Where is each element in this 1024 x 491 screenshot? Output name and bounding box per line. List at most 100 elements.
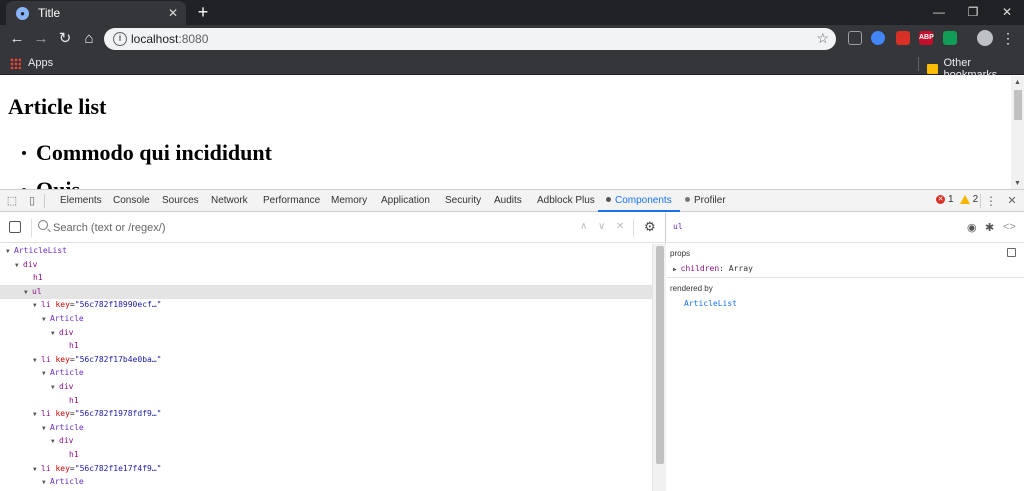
tab-performance[interactable]: Performance — [263, 190, 320, 212]
apps-grid-icon — [10, 57, 21, 69]
adblock-icon[interactable]: ABP — [919, 31, 934, 45]
tab-profiler[interactable]: Profiler — [685, 190, 726, 212]
error-icon: ✕ — [936, 195, 945, 204]
apps-bookmark[interactable]: Apps — [10, 57, 53, 69]
url-text[interactable]: localhost:8080 — [131, 32, 208, 46]
tree-row[interactable]: ▼ li key="56c782f18990ecf…" — [0, 298, 652, 312]
new-tab-button[interactable]: + — [195, 3, 211, 21]
profile-avatar[interactable] — [977, 30, 993, 46]
tree-row[interactable]: ▼ li key="56c782f1978fdf9…" — [0, 407, 652, 421]
page-heading: Article list — [8, 94, 107, 119]
globe-icon: ● — [16, 6, 29, 20]
rendered-by-link[interactable]: ArticleList — [684, 299, 737, 308]
search-prev-icon[interactable]: ∧ — [580, 221, 587, 232]
select-component-icon[interactable] — [9, 221, 21, 233]
restore-button[interactable]: ❐ — [956, 0, 990, 25]
chrome-menu-icon[interactable]: ⋮ — [1001, 30, 1015, 46]
devtools-menu-icon[interactable]: ⋮ — [984, 194, 998, 208]
tree-row[interactable]: ▼ li key="56c782f17b4e0ba…" — [0, 353, 652, 367]
warning-icon — [959, 195, 970, 204]
tree-row[interactable]: ▼ ArticleList — [0, 244, 652, 258]
gear-icon[interactable]: ⚙ — [644, 219, 656, 235]
copy-icon[interactable] — [1007, 248, 1016, 257]
tab-console[interactable]: Console — [113, 190, 150, 212]
reload-icon[interactable]: ↻ — [56, 30, 74, 48]
key-prop-name: key — [55, 409, 70, 419]
bug-icon[interactable]: ✱ — [985, 221, 994, 234]
issue-counts[interactable]: ✕ 1 2 — [936, 194, 978, 205]
browser-tab[interactable]: ● Title ✕ — [6, 1, 186, 25]
tab-sources[interactable]: Sources — [162, 190, 199, 212]
warning-count: 2 — [972, 194, 979, 205]
react-icon — [685, 197, 690, 202]
info-icon[interactable]: i — [113, 32, 127, 46]
section-divider — [667, 277, 1024, 278]
tree-row[interactable]: h1 — [0, 271, 652, 285]
tree-row[interactable]: ▼ Article — [0, 475, 652, 489]
tree-row[interactable]: h1 — [0, 448, 652, 462]
tree-row[interactable]: h1 — [0, 339, 652, 353]
key-prop-name: key — [55, 463, 70, 473]
tree-row-selected[interactable]: ▼ ul — [0, 284, 652, 299]
close-devtools-icon[interactable]: ✕ — [1005, 194, 1019, 208]
tree-row[interactable]: ▼div — [0, 434, 652, 448]
search-divider — [633, 219, 634, 237]
minimize-button[interactable]: — — [922, 0, 956, 25]
page-scrollbar[interactable]: ▲ ▼ — [1011, 76, 1024, 189]
key-prop-value: "56c782f1978fdf9…" — [74, 409, 162, 419]
apps-label: Apps — [28, 57, 54, 69]
tab-elements[interactable]: Elements — [60, 190, 102, 212]
key-prop-value: "56c782f18990ecf…" — [74, 300, 162, 310]
tab-adblock-plus[interactable]: Adblock Plus — [537, 190, 595, 212]
back-arrow-icon[interactable]: ← — [8, 30, 26, 48]
devtools-panel: ⬚ ▯ Elements Console Sources Network Per… — [0, 189, 1024, 491]
expand-arrow-icon[interactable]: ▶ — [673, 266, 677, 273]
search-divider — [31, 219, 32, 237]
list-item: Quis — [22, 177, 80, 189]
component-inspector: ul ◉ ✱ <> props ▶ children: Array rendere… — [667, 213, 1024, 491]
inspector-header: ul ◉ ✱ <> — [667, 213, 1024, 243]
tree-row[interactable]: h1 — [0, 394, 652, 408]
address-bar[interactable]: i localhost:8080 ☆ — [104, 28, 836, 50]
tab-security[interactable]: Security — [445, 190, 481, 212]
tab-memory[interactable]: Memory — [331, 190, 367, 212]
tree-row[interactable]: ▼ Article — [0, 366, 652, 380]
tab-application[interactable]: Application — [381, 190, 430, 212]
selected-component-name: ul — [673, 222, 683, 231]
scroll-down-icon[interactable]: ▼ — [1014, 180, 1021, 187]
bookmark-star-icon[interactable]: ☆ — [816, 30, 829, 47]
props-heading: props — [670, 249, 691, 258]
pocket-icon[interactable] — [848, 31, 862, 45]
tree-scrollbar[interactable] — [652, 244, 666, 491]
search-input[interactable] — [53, 220, 553, 236]
inspect-element-icon[interactable]: ⬚ — [5, 194, 19, 208]
view-source-icon[interactable]: <> — [1003, 221, 1016, 233]
scroll-up-icon[interactable]: ▲ — [1014, 79, 1021, 86]
tree-row[interactable]: ▼div — [0, 380, 652, 394]
tree-row[interactable]: ▼div — [0, 258, 652, 272]
search-clear-icon[interactable]: ✕ — [616, 221, 624, 232]
search-next-icon[interactable]: ∨ — [598, 221, 605, 232]
tab-network[interactable]: Network — [211, 190, 248, 212]
tab-close-icon[interactable]: ✕ — [166, 6, 180, 20]
scrollbar-thumb[interactable] — [1014, 90, 1022, 120]
bookmarks-divider — [918, 57, 919, 71]
device-toolbar-icon[interactable]: ▯ — [25, 194, 39, 208]
tab-components[interactable]: Components — [598, 190, 680, 212]
tree-row[interactable]: ▼div — [0, 326, 652, 340]
prop-row[interactable]: ▶ children: Array — [673, 264, 753, 273]
tree-row[interactable]: ▼ li key="56c782f1e17f4f9…" — [0, 462, 652, 476]
eye-icon[interactable]: ◉ — [967, 221, 977, 234]
extension-red-icon[interactable] — [896, 31, 910, 45]
close-window-button[interactable]: ✕ — [990, 0, 1024, 25]
forward-arrow-icon[interactable]: → — [32, 30, 50, 48]
extension-green-icon[interactable] — [943, 31, 957, 45]
tree-row[interactable]: ▼ Article — [0, 312, 652, 326]
key-prop-value: "56c782f1e17f4f9…" — [74, 463, 162, 473]
home-icon[interactable]: ⌂ — [80, 30, 98, 48]
extension-circle-icon[interactable] — [871, 31, 885, 45]
bookmarks-bar: Apps Other bookmarks — [0, 53, 1024, 81]
scrollbar-thumb[interactable] — [656, 246, 664, 464]
tab-audits[interactable]: Audits — [494, 190, 522, 212]
tree-row[interactable]: ▼ Article — [0, 421, 652, 435]
